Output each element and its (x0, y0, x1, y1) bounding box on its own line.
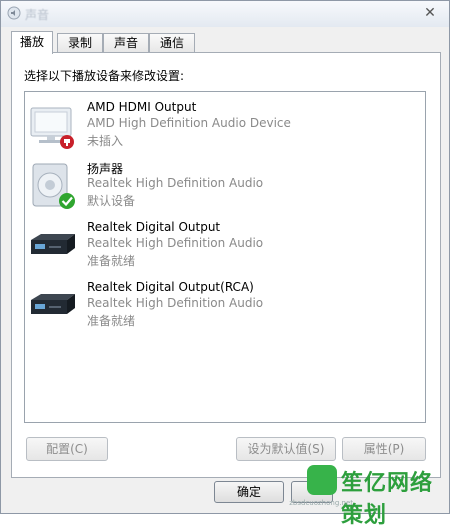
watermark-logo-icon (307, 465, 337, 495)
configure-button[interactable]: 配置(C) (26, 437, 108, 461)
default-check-badge (59, 193, 75, 209)
digital-output-icon (31, 294, 75, 314)
device-driver: Realtek High Definition Audio (87, 236, 264, 250)
device-list[interactable]: AMD HDMI Output AMD High Definition Audi… (24, 91, 426, 423)
sound-dialog: 声音 ✕ 播放 录制 声音 通信 选择以下播放设备来修改设置: AMD HDMI… (0, 0, 450, 528)
device-item-hdmi[interactable]: AMD HDMI Output AMD High Definition Audi… (25, 98, 423, 156)
watermark-brand: 笙亿网络策划 (341, 471, 434, 528)
monitor-icon (30, 107, 74, 149)
tab-sounds[interactable]: 声音 (103, 33, 149, 52)
tab-playback[interactable]: 播放 (11, 31, 53, 54)
device-name: Realtek Digital Output (87, 220, 221, 234)
device-status: 准备就绪 (87, 254, 136, 268)
device-status: 准备就绪 (87, 314, 136, 328)
title-bar: 声音 ✕ (1, 1, 449, 27)
tab-communications[interactable]: 通信 (149, 33, 195, 52)
device-status: 未插入 (87, 134, 124, 148)
ok-button[interactable]: 确定 (214, 481, 284, 503)
device-item-digital-output-rca[interactable]: Realtek Digital Output(RCA) Realtek High… (25, 278, 423, 336)
properties-button[interactable]: 属性(P) (342, 437, 426, 461)
playback-panel: 选择以下播放设备来修改设置: AMD HDMI Output AMD High … (11, 52, 441, 478)
tab-recording[interactable]: 录制 (57, 33, 103, 52)
device-item-digital-output[interactable]: Realtek Digital Output Realtek High Defi… (25, 218, 423, 276)
close-button[interactable]: ✕ (419, 4, 441, 22)
device-driver: Realtek High Definition Audio (87, 176, 264, 190)
device-name: Realtek Digital Output(RCA) (87, 280, 254, 294)
device-driver: AMD High Definition Audio Device (87, 116, 291, 130)
watermark-url: zbsdcuozhong.net (289, 499, 353, 507)
not-plugged-badge (60, 135, 74, 149)
device-driver: Realtek High Definition Audio (87, 296, 264, 310)
device-name: 扬声器 (87, 162, 124, 176)
sound-app-icon (7, 6, 21, 20)
device-item-speaker[interactable]: 扬声器 Realtek High Definition Audio 默认设备 (25, 158, 423, 216)
window-title: 声音 (25, 8, 50, 22)
speaker-icon (32, 163, 75, 209)
device-status: 默认设备 (87, 194, 136, 208)
digital-output-icon (31, 234, 75, 254)
set-default-button[interactable]: 设为默认值(S) (236, 437, 336, 461)
instruction-text: 选择以下播放设备来修改设置: (24, 69, 185, 83)
device-name: AMD HDMI Output (87, 100, 197, 114)
